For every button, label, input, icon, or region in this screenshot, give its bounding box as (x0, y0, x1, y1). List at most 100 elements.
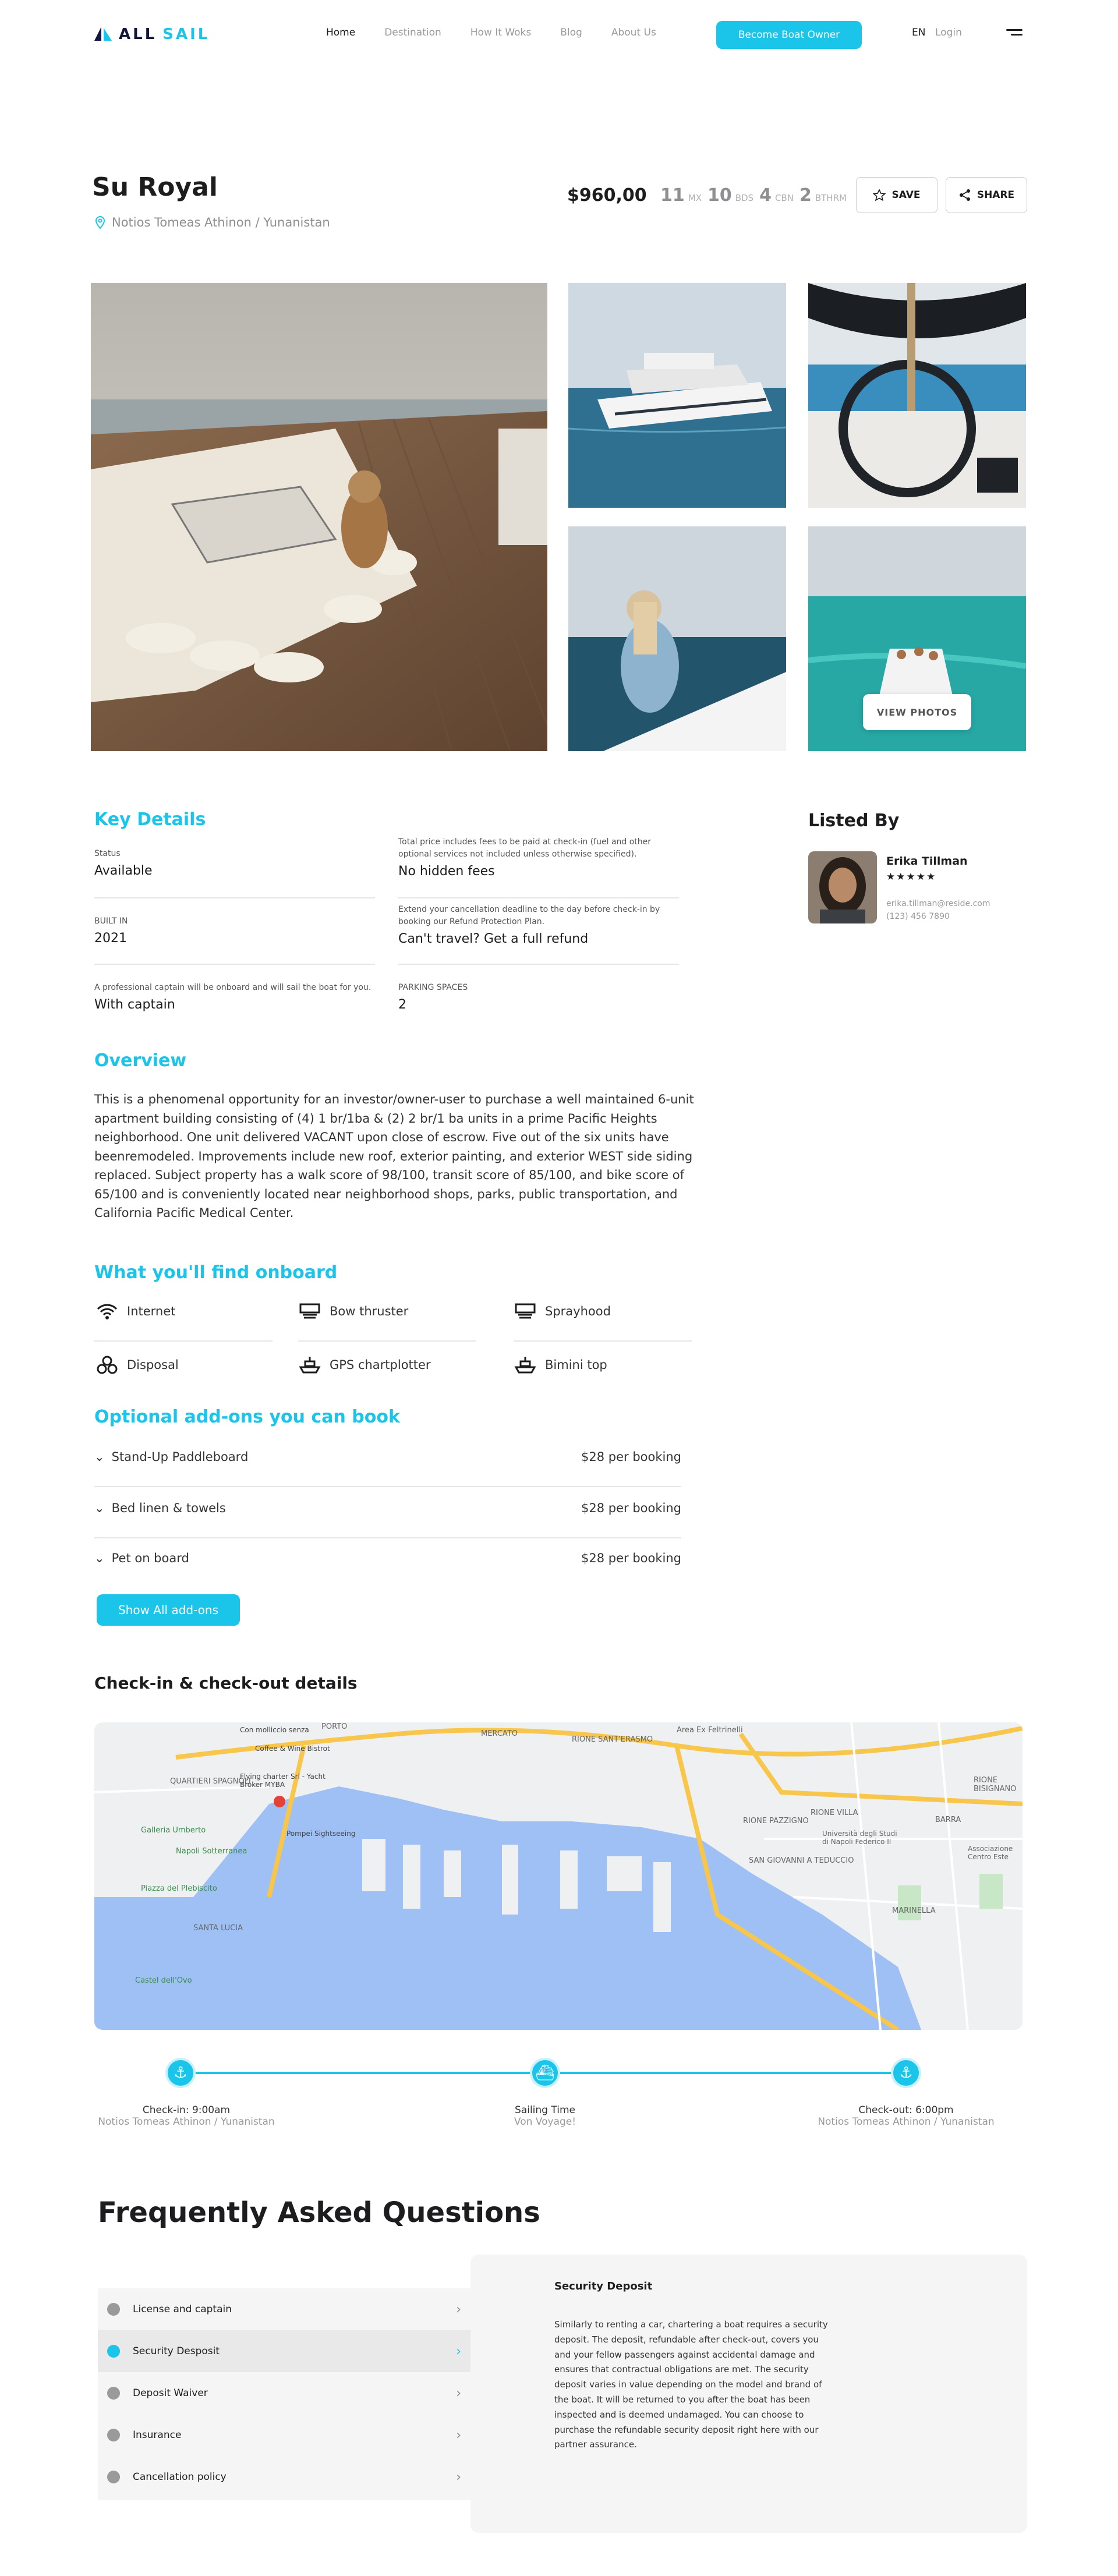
map-label: RIONE PAZZIGNO (743, 1817, 809, 1825)
faq-label: Deposit Waiver (133, 2387, 208, 2399)
map-label: Napoli Sotterranea (176, 1847, 247, 1856)
agent-avatar[interactable] (808, 851, 877, 923)
checkin-heading: Check-in & check-out details (94, 1673, 358, 1693)
key-details-heading: Key Details (94, 809, 206, 830)
gps-ship-icon (299, 1357, 321, 1374)
spec-number: 2 (799, 185, 812, 206)
faq-item-license[interactable]: License and captain › (98, 2288, 470, 2330)
listing-price: $960,00 (567, 185, 647, 206)
spec-unit: BTHRM (815, 193, 847, 203)
menu-icon[interactable] (1006, 29, 1023, 38)
listed-by-heading: Listed By (808, 811, 900, 831)
onboard-heading: What you'll find onboard (94, 1262, 338, 1283)
amenity-internet: Internet (95, 1302, 175, 1321)
nav-home[interactable]: Home (326, 27, 355, 38)
share-button[interactable]: SHARE (946, 177, 1027, 213)
addon-price: $28 per booking (581, 1551, 681, 1565)
faq-item-cancellation[interactable]: Cancellation policy › (98, 2456, 470, 2498)
amenity-disposal: Disposal (95, 1356, 179, 1374)
spec-unit: MX (688, 193, 702, 203)
photo-woman-bow[interactable] (568, 526, 786, 751)
status-dot (107, 2429, 120, 2441)
nav-how-it-works[interactable]: How It Woks (470, 27, 532, 38)
photo-yacht-sea[interactable] (568, 283, 786, 508)
timeline-checkin: Check-in: 9:00am Notios Tomeas Athinon /… (93, 2104, 280, 2128)
agent-phone[interactable]: (123) 456 7890 (886, 912, 950, 921)
detail-value: With captain (94, 997, 175, 1012)
amenity-label: GPS chartplotter (330, 1358, 431, 1372)
chevron-right-icon: › (456, 2344, 461, 2359)
nav-blog[interactable]: Blog (560, 27, 582, 38)
map-label: BARRA (935, 1816, 961, 1824)
timeline-sailing: Sailing Time Von Voyage! (466, 2104, 624, 2128)
language-selector[interactable]: EN (912, 27, 925, 38)
faq-item-waiver[interactable]: Deposit Waiver › (98, 2372, 470, 2414)
amenity-label: Sprayhood (545, 1304, 611, 1318)
chevron-right-icon: › (456, 2428, 461, 2443)
view-photos-button[interactable]: VIEW PHOTOS (863, 694, 971, 730)
nav-destination[interactable]: Destination (384, 27, 441, 38)
addon-row[interactable]: ⌄ Pet on board $28 per booking (94, 1551, 681, 1565)
map-label: RIONE BISIGNANO (974, 1776, 1017, 1793)
map-label: RIONE VILLA (811, 1809, 858, 1817)
login-link[interactable]: Login (935, 27, 962, 38)
faq-label: Cancellation policy (133, 2471, 227, 2483)
chevron-down-icon: ⌄ (94, 1551, 105, 1565)
status-dot (107, 2345, 120, 2358)
timeline-sub: Notios Tomeas Athinon / Yunanistan (818, 2116, 995, 2128)
share-icon (959, 189, 970, 201)
map-label: PORTO (321, 1722, 348, 1731)
photo-helm[interactable] (808, 283, 1026, 508)
location-map[interactable]: PORTO MERCATO RIONE SANT'ERASMO Area Ex … (94, 1722, 1023, 2030)
become-owner-button[interactable]: Become Boat Owner (716, 21, 862, 49)
nav-about[interactable]: About Us (611, 27, 656, 38)
map-label: Castel dell'Ovo (135, 1976, 192, 1985)
overview-heading: Overview (94, 1050, 187, 1071)
amenity-bimini: Bimini top (514, 1356, 607, 1374)
detail-value: Available (94, 864, 153, 878)
addon-row[interactable]: ⌄ Bed linen & towels $28 per booking (94, 1501, 681, 1515)
map-label: Con molliccio senza (240, 1726, 309, 1734)
faq-heading: Frequently Asked Questions (98, 2196, 540, 2229)
faq-item-insurance[interactable]: Insurance › (98, 2414, 470, 2456)
map-graphic (94, 1722, 1023, 2030)
detail-value: Can't travel? Get a full refund (398, 932, 589, 946)
chevron-down-icon: ⌄ (94, 1501, 105, 1515)
detail-label: BUILT IN (94, 917, 128, 926)
ship-icon: ⛴ (530, 2058, 560, 2088)
show-all-addons-button[interactable]: Show All add-ons (97, 1594, 240, 1626)
listing-specs: 11 MX 10 BDS 4 CBN 2 BTHRM (660, 185, 849, 206)
faq-item-deposit[interactable]: Security Desposit › (98, 2330, 470, 2372)
divider (94, 1537, 681, 1538)
timeline-checkout: Check-out: 6:00pm Notios Tomeas Athinon … (813, 2104, 999, 2128)
status-dot (107, 2387, 120, 2400)
addon-row[interactable]: ⌄ Stand-Up Paddleboard $28 per booking (94, 1450, 681, 1464)
spec-unit: BDS (735, 193, 754, 203)
chevron-down-icon: ⌄ (94, 1450, 105, 1464)
save-label: SAVE (891, 189, 921, 201)
anchor-icon: ⚓ (165, 2058, 196, 2088)
spec-number: 10 (707, 185, 732, 206)
agent-name[interactable]: Erika Tillman (886, 855, 968, 868)
main-nav: Home Destination How It Woks Blog About … (326, 27, 656, 38)
faq-answer-text: Similarly to renting a car, chartering a… (554, 2319, 828, 2450)
agent-rating-stars: ★★★★★ (886, 871, 937, 883)
star-icon (873, 189, 886, 201)
main-photo-deck-lounge[interactable] (91, 283, 547, 751)
brand-logo[interactable]: ALL SAIL (93, 26, 210, 43)
addon-name: Stand-Up Paddleboard (111, 1450, 249, 1464)
location-text: Notios Tomeas Athinon / Yunanistan (112, 215, 330, 229)
share-label: SHARE (977, 189, 1015, 201)
agent-email[interactable]: erika.tillman@reside.com (886, 899, 990, 908)
faq-answer-panel: Security Deposit Similarly to renting a … (470, 2255, 1027, 2533)
status-dot (107, 2471, 120, 2483)
listing-location: Notios Tomeas Athinon / Yunanistan (94, 215, 330, 229)
save-button[interactable]: SAVE (856, 177, 937, 213)
timeline-label: Check-out: 6:00pm (858, 2104, 954, 2116)
divider (298, 1340, 476, 1342)
timeline-label: Sailing Time (515, 2104, 575, 2116)
timeline-sub: Von Voyage! (514, 2116, 576, 2128)
divider (94, 1340, 273, 1342)
map-label: Flying charter Srl - Yacht Broker MYBA (240, 1772, 326, 1789)
addon-name: Bed linen & towels (111, 1501, 226, 1515)
